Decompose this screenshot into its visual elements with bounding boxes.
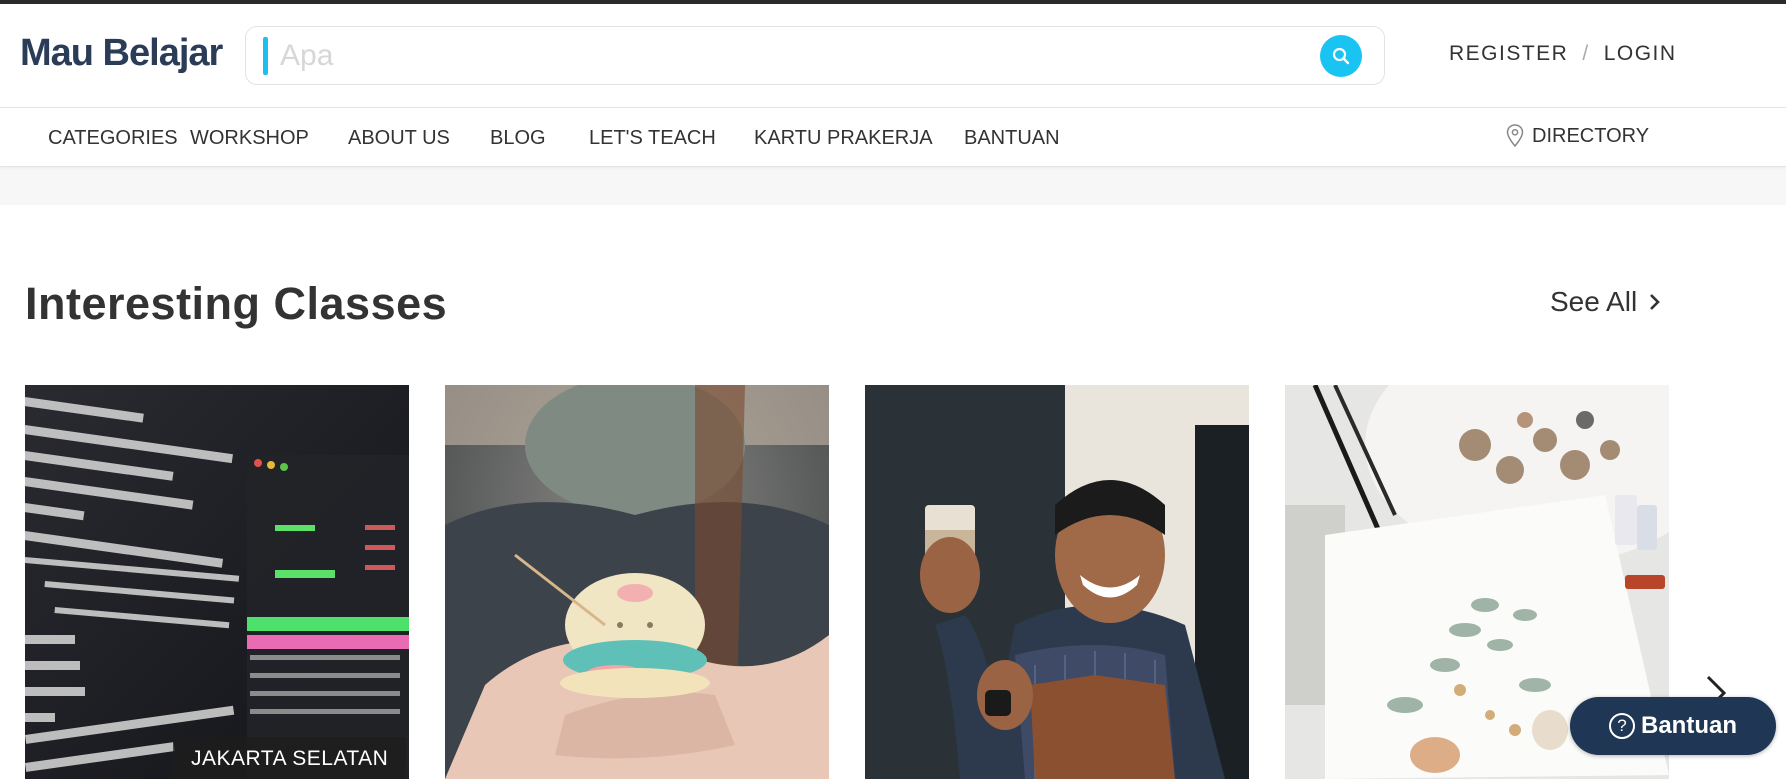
class-card[interactable]	[445, 385, 829, 779]
help-button-label: Bantuan	[1641, 712, 1737, 739]
search-input[interactable]	[280, 35, 1280, 77]
site-header: Mau Belajar REGISTER / LOGIN	[0, 4, 1786, 107]
section-title: Interesting Classes	[25, 278, 448, 329]
site-logo[interactable]: Mau Belajar	[20, 32, 223, 75]
bread-decorating-image	[445, 385, 829, 779]
nav-item-lets-teach[interactable]: LET'S TEACH	[589, 127, 716, 150]
nav-item-about-us[interactable]: ABOUT US	[348, 127, 450, 150]
nav-item-kartu-prakerja[interactable]: KARTU PRAKERJA	[754, 127, 933, 150]
terminal-screen-image	[25, 385, 409, 779]
nav-item-blog[interactable]: BLOG	[490, 127, 546, 150]
search-bar[interactable]	[245, 26, 1385, 85]
auth-links: REGISTER / LOGIN	[1449, 42, 1677, 66]
class-card[interactable]: JAKARTA SELATAN	[25, 385, 409, 779]
nav-item-categories[interactable]: CATEGORIES	[48, 127, 178, 150]
chevron-right-icon	[1650, 294, 1661, 310]
see-all-link[interactable]: See All	[1550, 286, 1661, 318]
register-link[interactable]: REGISTER	[1449, 42, 1568, 66]
barista-coffee-image	[865, 385, 1249, 779]
class-card[interactable]	[865, 385, 1249, 779]
search-caret	[263, 37, 268, 75]
help-button[interactable]: ? Bantuan	[1570, 697, 1776, 755]
location-pin-icon	[1506, 124, 1524, 148]
nav-item-workshop[interactable]: WORKSHOP	[190, 127, 309, 150]
directory-link[interactable]: DIRECTORY	[1506, 124, 1649, 148]
main-nav: CATEGORIES WORKSHOP ABOUT US BLOG LET'S …	[0, 107, 1786, 167]
nav-item-bantuan[interactable]: BANTUAN	[964, 127, 1060, 150]
location-tag: JAKARTA SELATAN	[173, 737, 407, 779]
search-icon	[1332, 47, 1350, 65]
banner-strip	[0, 167, 1786, 205]
question-circle-icon: ?	[1609, 713, 1635, 739]
auth-separator: /	[1582, 42, 1590, 65]
directory-label: DIRECTORY	[1532, 124, 1650, 147]
search-button[interactable]	[1320, 35, 1362, 77]
login-link[interactable]: LOGIN	[1604, 42, 1677, 66]
see-all-label: See All	[1550, 286, 1638, 317]
